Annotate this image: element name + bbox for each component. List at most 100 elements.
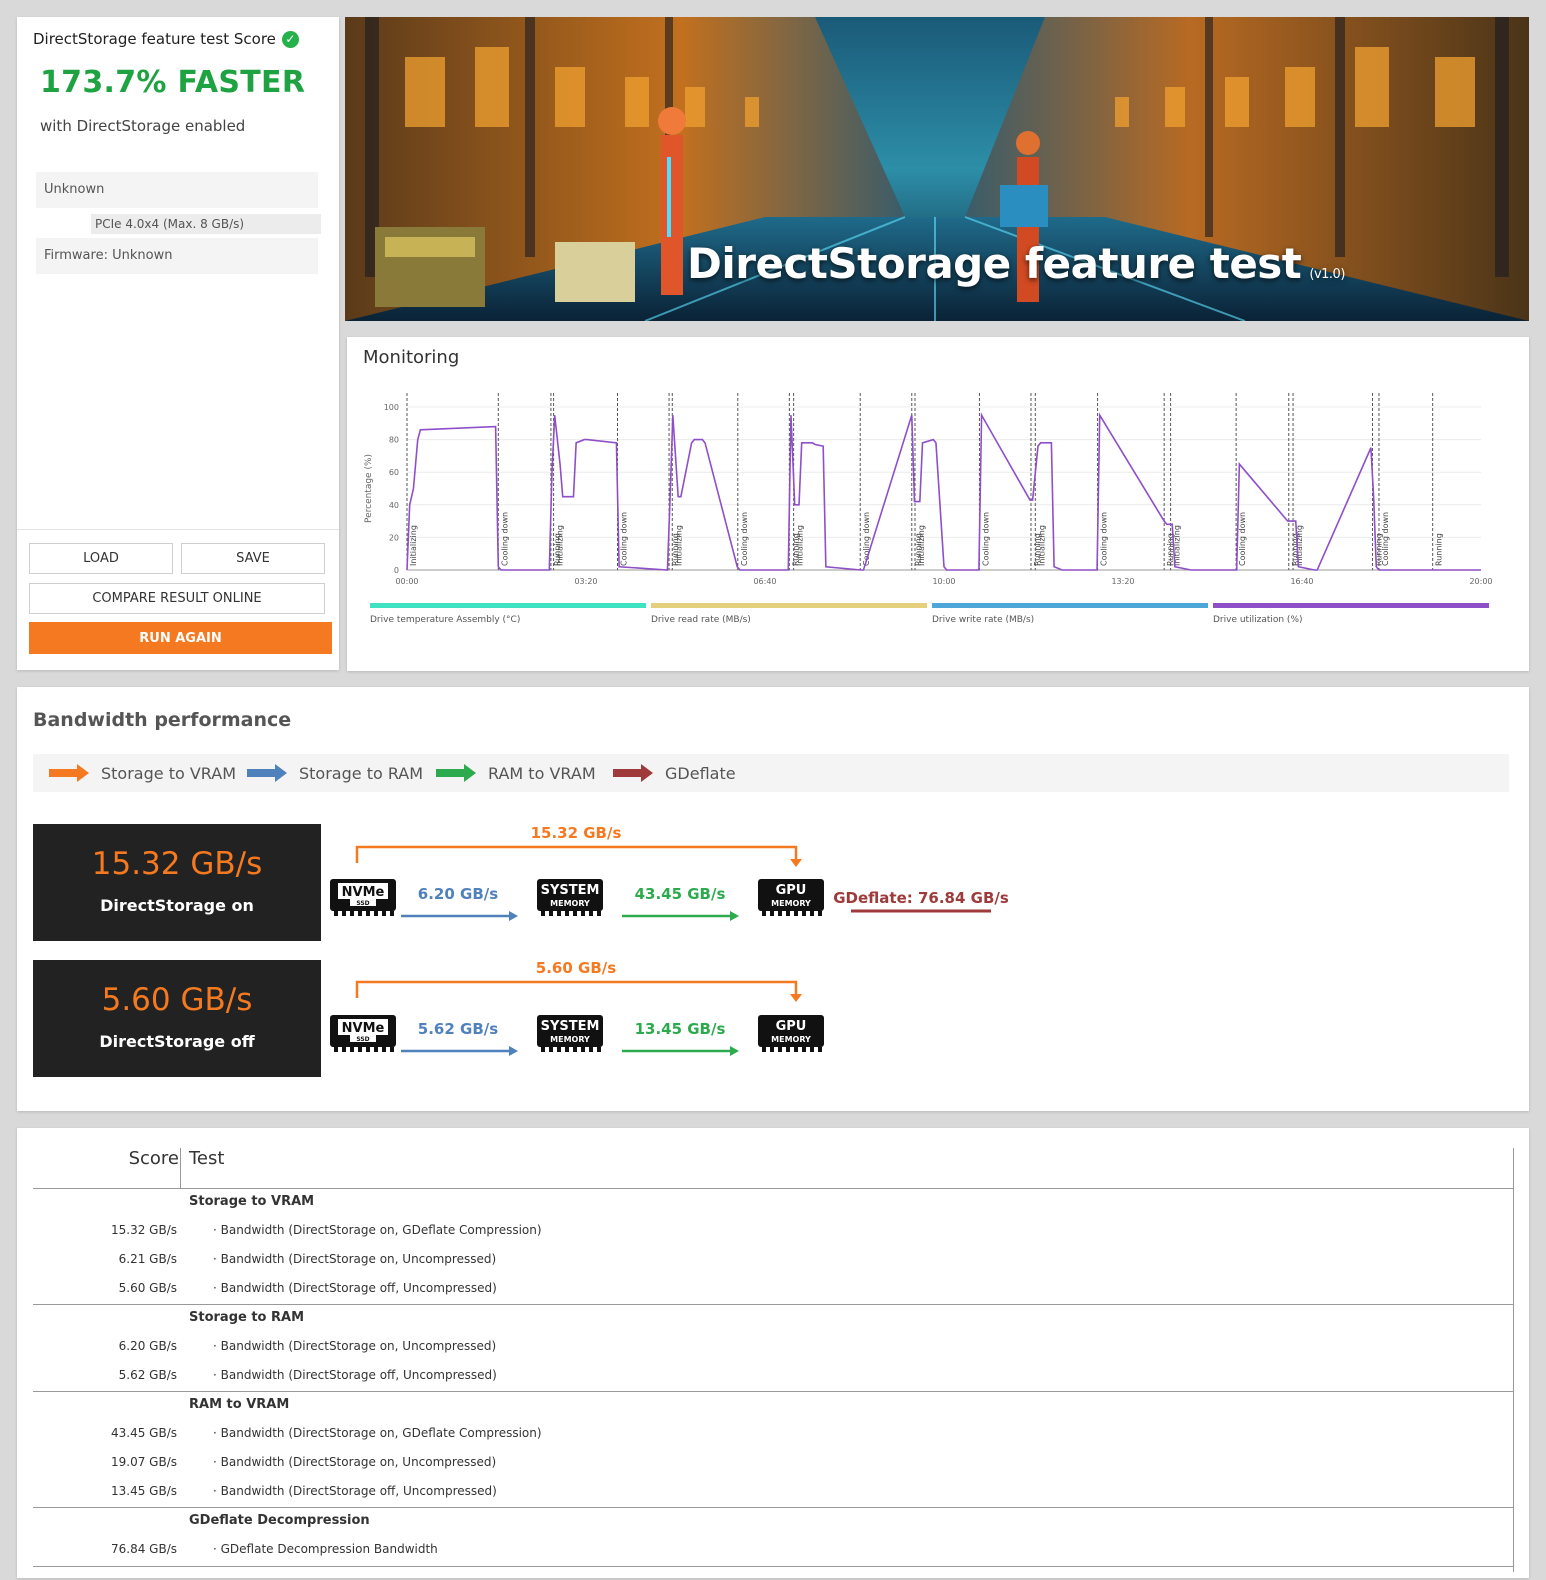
row-test: · Bandwidth (DirectStorage on, Uncompres… — [213, 1339, 497, 1353]
y-tick-label: 40 — [389, 501, 399, 510]
chip-text: SYSTEM — [541, 883, 600, 898]
off-ram-to-vram-label: 13.45 GB/s — [635, 1020, 726, 1038]
score-headline: 173.7% FASTER — [40, 65, 306, 100]
system-memory-icon: SYSTEM MEMORY — [537, 1015, 603, 1052]
legend-label: Drive utilization (%) — [1213, 615, 1303, 625]
chip-text: GPU — [776, 1019, 807, 1034]
legend-bar — [370, 603, 646, 608]
x-tick-label: 20:00 — [1469, 577, 1492, 586]
phase-marker-label: Initializing — [796, 525, 805, 566]
score-panel: DirectStorage feature test Score ✓ 173.7… — [17, 17, 339, 670]
row-test: · Bandwidth (DirectStorage on, GDeflate … — [213, 1223, 542, 1237]
phase-marker-label: Cooling down — [500, 512, 509, 566]
arrowhead — [730, 1046, 739, 1056]
table-border — [1513, 1148, 1514, 1572]
off-total-label: 5.60 GB/s — [536, 959, 616, 977]
series-drive-utilization — [406, 412, 1481, 571]
y-axis-label: Percentage (%) — [364, 454, 374, 523]
legend-bar — [651, 603, 927, 608]
phase-marker-label: Running — [1435, 533, 1444, 566]
row-score: 43.45 GB/s — [111, 1426, 177, 1440]
gdeflate-label: GDeflate: 76.84 GB/s — [833, 889, 1009, 907]
y-tick-label: 80 — [389, 436, 399, 445]
score-title-text: DirectStorage feature test Score — [33, 30, 276, 48]
phase-marker-label: Initializing — [409, 525, 418, 566]
hero-title: DirectStorage feature test (v1.0) — [687, 239, 1345, 288]
chip-text: GPU — [776, 883, 807, 898]
bandwidth-panel: Bandwidth performance Storage to VRAM St… — [17, 687, 1529, 1111]
divider — [17, 529, 339, 530]
drive-interface: PCIe 4.0x4 (Max. 8 GB/s) — [91, 214, 321, 234]
row-score: 15.32 GB/s — [111, 1223, 177, 1237]
legend-bar — [932, 603, 1208, 608]
column-header-score: Score — [128, 1148, 179, 1169]
on-ram-to-vram-label: 43.45 GB/s — [635, 885, 726, 903]
x-tick-label: 16:40 — [1290, 577, 1313, 586]
legend-label: Drive read rate (MB/s) — [651, 615, 751, 625]
save-button[interactable]: SAVE — [181, 543, 325, 574]
row-score: 5.60 GB/s — [118, 1281, 177, 1295]
group-title: RAM to VRAM — [189, 1397, 290, 1412]
chip-text: MEMORY — [550, 1035, 590, 1044]
off-storage-to-ram-label: 5.62 GB/s — [418, 1020, 498, 1038]
chip-text: SYSTEM — [541, 1019, 600, 1034]
phase-marker-label: Initializing — [1037, 525, 1046, 566]
row-test: · Bandwidth (DirectStorage off, Uncompre… — [213, 1281, 497, 1295]
row-divider — [33, 1304, 1514, 1305]
row-divider — [33, 1507, 1514, 1508]
row-score: 6.20 GB/s — [118, 1339, 177, 1353]
phase-marker-label: Cooling down — [740, 512, 749, 566]
drive-name: Unknown — [36, 172, 318, 208]
chip-text: MEMORY — [771, 1035, 811, 1044]
phase-marker-label: Cooling down — [1100, 512, 1109, 566]
chip-text: SSD — [356, 900, 369, 907]
row-test: · GDeflate Decompression Bandwidth — [213, 1542, 438, 1556]
phase-marker-label: Cooling down — [1238, 512, 1247, 566]
chip-text: NVMe — [342, 1021, 385, 1036]
drive-firmware: Firmware: Unknown — [36, 238, 318, 274]
y-tick-label: 0 — [394, 566, 399, 575]
y-tick-label: 20 — [389, 533, 399, 542]
row-test: · Bandwidth (DirectStorage off, Uncompre… — [213, 1368, 497, 1382]
bandwidth-diagram: 15.32 GB/s NVMe SSD 6.20 GB/s SYSTEM MEM… — [330, 824, 1009, 1056]
run-again-button[interactable]: RUN AGAIN — [29, 622, 332, 654]
group-title: Storage to VRAM — [189, 1194, 315, 1209]
x-tick-label: 03:20 — [574, 577, 597, 586]
check-icon: ✓ — [281, 30, 299, 48]
arrowhead — [509, 911, 518, 921]
row-test: · Bandwidth (DirectStorage on, Uncompres… — [213, 1252, 497, 1266]
row-divider — [33, 1391, 1514, 1392]
monitoring-chart: 0 20 40 60 80 100 Percentage (%) 00:00 03:20 06:4… — [364, 393, 1493, 625]
on-total-label: 15.32 GB/s — [531, 824, 622, 842]
row-score: 19.07 GB/s — [111, 1455, 177, 1469]
row-test: · Bandwidth (DirectStorage on, GDeflate … — [213, 1426, 542, 1440]
hero-title-text: DirectStorage feature test — [687, 239, 1302, 288]
y-tick-label: 100 — [384, 403, 399, 412]
nvme-ssd-icon: NVMe SSD — [330, 879, 396, 916]
score-subtitle: with DirectStorage enabled — [40, 117, 246, 135]
on-total-arrow — [355, 845, 798, 863]
results-table: Score Test Storage to VRAM 15.32 GB/s · … — [17, 1128, 1529, 1578]
row-divider — [33, 1188, 1514, 1189]
x-tick-label: 00:00 — [395, 577, 418, 586]
arrowhead — [509, 1046, 518, 1056]
load-button[interactable]: LOAD — [29, 543, 173, 574]
gpu-memory-icon: GPU MEMORY — [758, 1015, 824, 1052]
phase-marker-label: Initializing — [674, 525, 683, 566]
phase-marker-label: Cooling down — [1381, 512, 1390, 566]
hero-version: (v1.0) — [1309, 267, 1345, 282]
arrowhead — [790, 994, 802, 1002]
row-score: 76.84 GB/s — [111, 1542, 177, 1556]
compare-online-button[interactable]: COMPARE RESULT ONLINE — [29, 583, 325, 614]
off-total-arrow — [355, 980, 798, 998]
chip-text: SSD — [356, 1036, 369, 1043]
group-title: GDeflate Decompression — [189, 1513, 370, 1528]
y-tick-label: 60 — [389, 468, 399, 477]
legend-bar — [1213, 603, 1489, 608]
legend-label: Drive temperature Assembly (°C) — [370, 615, 520, 625]
row-score: 5.62 GB/s — [118, 1368, 177, 1382]
legend-label: Drive write rate (MB/s) — [932, 615, 1034, 625]
phase-marker-label: Cooling down — [981, 512, 990, 566]
on-storage-to-ram-label: 6.20 GB/s — [418, 885, 498, 903]
x-tick-label: 13:20 — [1111, 577, 1134, 586]
